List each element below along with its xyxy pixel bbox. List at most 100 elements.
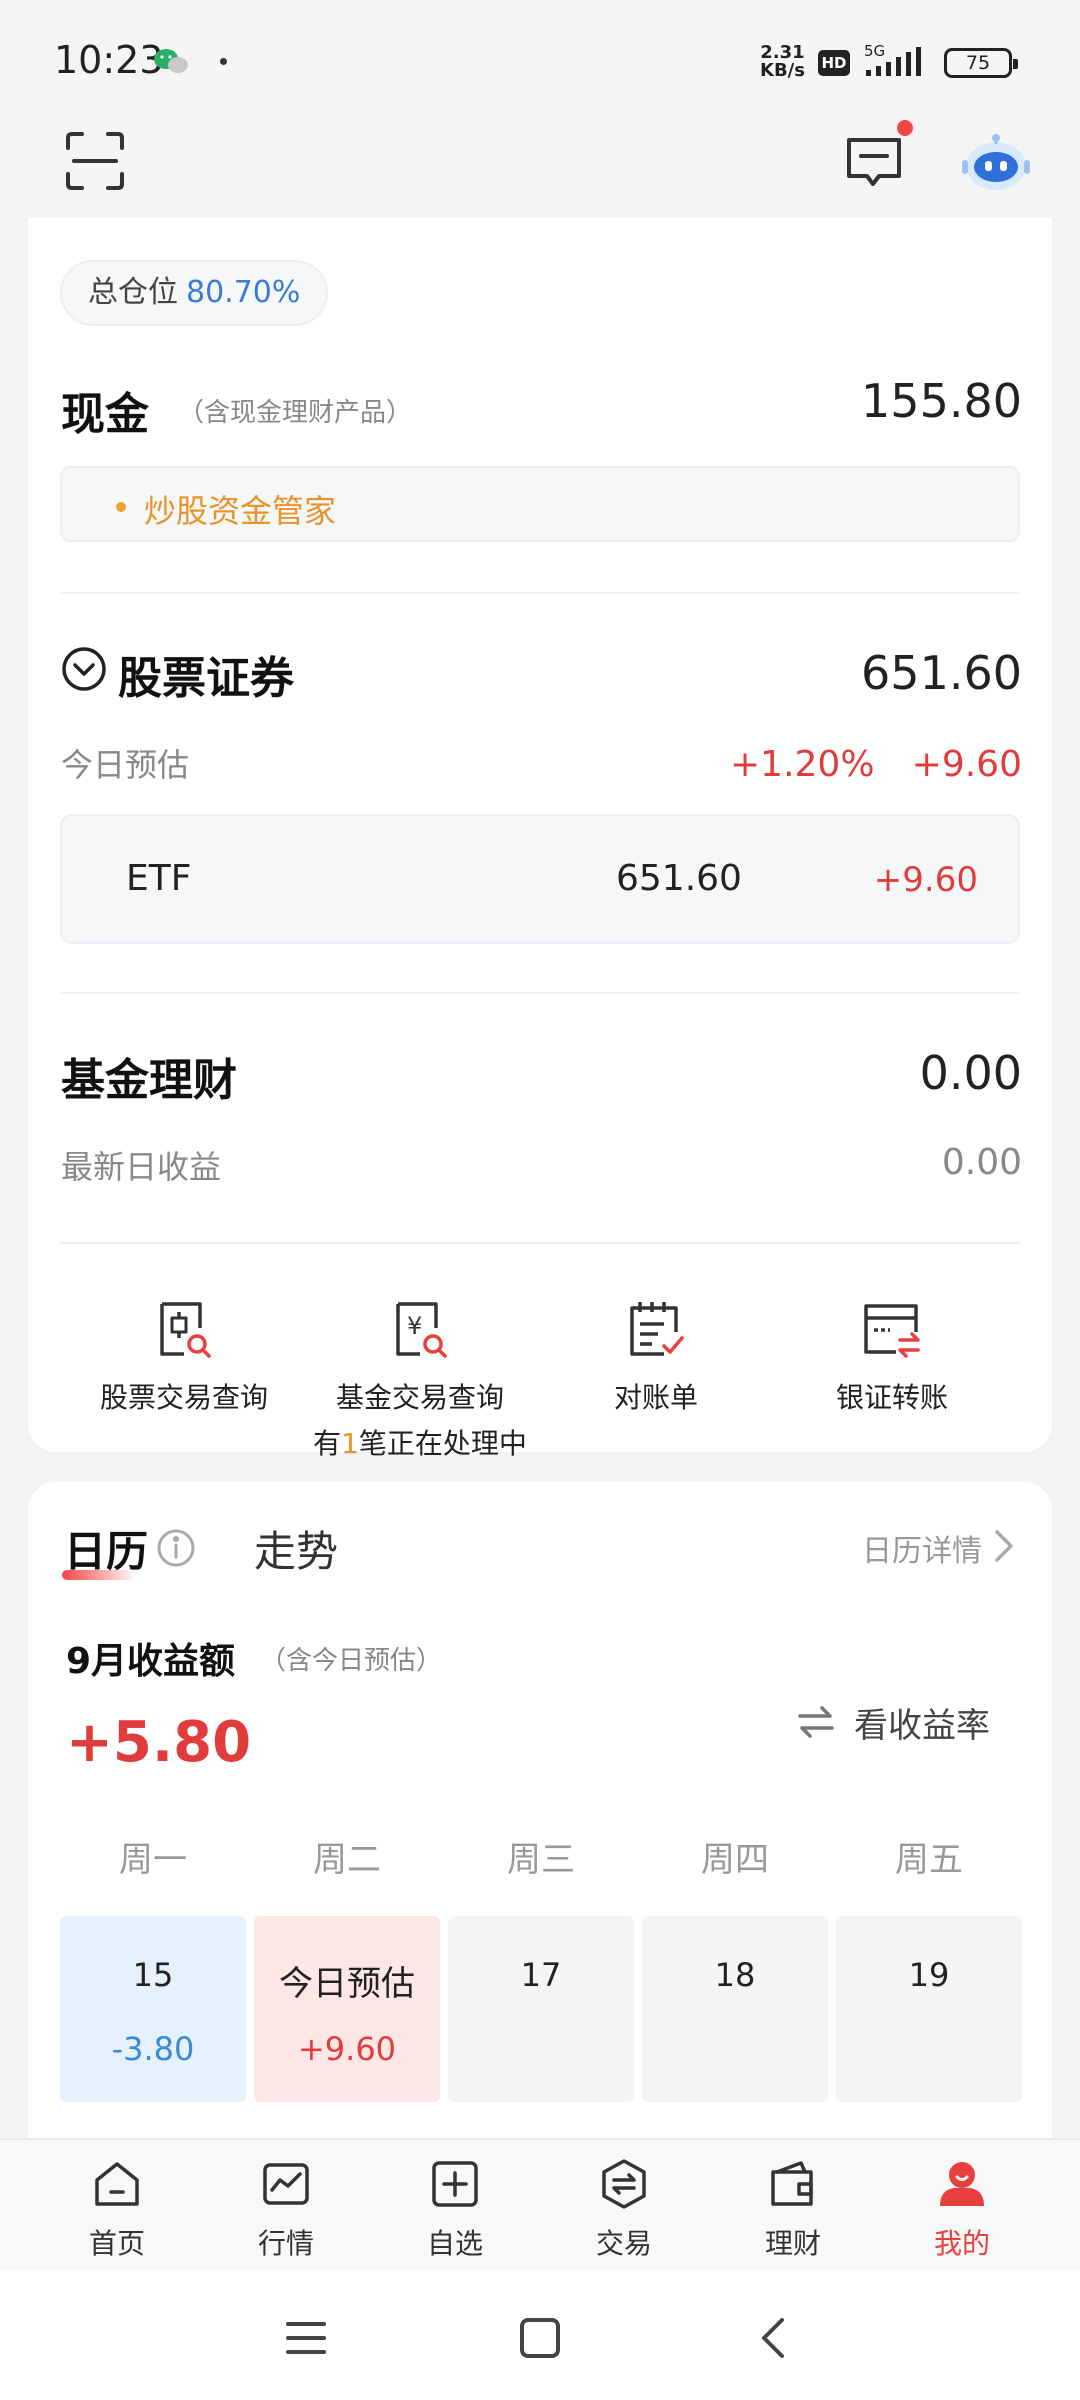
nav-label: 我的 [933,2227,990,2260]
network-type: 5G [864,42,885,60]
status-time: 10:23 [54,38,164,82]
hd-badge: HD [818,50,850,76]
nav-mine[interactable]: 我的 [897,2158,1027,2262]
bank-transfer-icon [864,1304,920,1358]
back-icon[interactable] [750,2314,798,2362]
scan-icon[interactable] [64,130,126,192]
stocks-title[interactable]: 股票证券 [118,642,294,706]
day-profit: +9.60 [297,2030,397,2068]
nav-watchlist[interactable]: 自选 [390,2158,520,2262]
network-speed-unit: KB/s [760,60,805,81]
funds-daily-value: 0.00 [941,1142,1022,1183]
calendar-card: 日历 走势 日历详情 9月收益额 （含今日预估） +5.80 看收益率 周一 周… [28,1482,1052,2142]
robot-assistant-icon[interactable] [960,126,1032,198]
calendar-day-cell-today[interactable]: 今日预估 +9.60 [254,1916,440,2102]
bullet-dot [116,502,126,512]
month-profit-value: +5.80 [66,1710,252,1775]
day-number: 15 [132,1956,174,1994]
battery-indicator: 75 [944,48,1018,78]
nav-label: 交易 [595,2227,652,2260]
day-number: 17 [520,1956,562,1994]
stock-query-icon [160,1302,211,1358]
cash-note: （含现金理财产品） [178,398,413,428]
wechat-notification-icon [154,49,188,73]
home-icon [95,2162,139,2206]
bottom-nav: 首页 行情 自选 交易 理财 我的 [0,2138,1080,2270]
view-return-rate-button[interactable]: 看收益率 [854,1698,990,1747]
stocks-value: 651.60 [861,646,1022,700]
pending-order-note: 有1笔正在处理中 [300,1422,540,1462]
cash-manager-banner[interactable]: 炒股资金管家 [60,466,1020,542]
cash-manager-label: 炒股资金管家 [144,492,337,530]
calendar-day-cell[interactable]: 17 [448,1916,634,2102]
bank-transfer-button[interactable]: 银证转账 [772,1298,1012,1416]
nav-label: 自选 [426,2227,483,2260]
profile-icon [940,2162,984,2206]
asset-card: 总仓位 80.70% 现金 （含现金理财产品） 155.80 炒股资金管家 股票证… [28,218,1052,1460]
etf-change: +9.60 [873,860,978,900]
fund-query-icon: ¥ [396,1302,447,1358]
month-profit-note: （含今日预估） [260,1646,443,1676]
etf-name: ETF [126,858,192,899]
statement-icon [630,1302,684,1356]
statement-button[interactable]: 对账单 [536,1298,776,1416]
calendar-day-cell[interactable]: 18 [642,1916,828,2102]
pending-suffix: 笔正在处理中 [358,1427,527,1460]
collapse-chevron-icon[interactable] [61,646,107,692]
quick-action-label: 对账单 [613,1381,698,1414]
calendar-day-cell[interactable]: 15 -3.80 [60,1916,246,2102]
network-speed: 2.31 KB/s [760,44,805,80]
cash-value: 155.80 [861,374,1022,428]
nav-wealth[interactable]: 理财 [728,2158,858,2262]
signal-icon: 5G [864,42,921,76]
menu-icon[interactable] [282,2314,330,2362]
svg-text:¥: ¥ [407,1312,422,1340]
total-position-label: 总仓位 [88,275,178,310]
today-estimate-label: 今日预估 [61,746,190,784]
nav-trade[interactable]: 交易 [559,2158,689,2262]
cash-title: 现金 [61,389,149,440]
weekday-label: 周一 [119,1840,187,1880]
pending-count: 1 [341,1427,359,1460]
system-navigation-bar [0,2270,1080,2400]
total-position-pill[interactable]: 总仓位 80.70% [60,260,329,326]
etf-value: 651.60 [616,858,742,899]
quick-action-label: 基金交易查询 [335,1381,504,1414]
quick-action-label: 银证转账 [835,1381,948,1414]
funds-value: 0.00 [919,1046,1022,1100]
info-icon[interactable] [156,1528,196,1568]
nav-label: 行情 [257,2227,314,2260]
tab-trend[interactable]: 走势 [254,1518,338,1579]
calendar-day-cell[interactable]: 19 [836,1916,1022,2102]
chevron-right-icon[interactable] [992,1528,1016,1564]
calendar-detail-link[interactable]: 日历详情 [862,1526,982,1570]
nav-home[interactable]: 首页 [52,2158,182,2262]
funds-title[interactable]: 基金理财 [61,1044,237,1108]
etf-row[interactable]: ETF 651.60 +9.60 [60,814,1020,944]
active-tab-indicator [62,1570,134,1580]
message-icon[interactable] [843,130,905,192]
day-profit: -3.80 [111,2030,195,2068]
watchlist-add-icon [432,2161,478,2207]
weekday-label: 周二 [313,1840,381,1880]
weekday-label: 周三 [507,1840,575,1880]
funds-daily-label: 最新日收益 [61,1148,222,1186]
fund-trade-query-button[interactable]: ¥ 基金交易查询 有1笔正在处理中 [300,1298,540,1462]
divider [60,592,1020,594]
day-number: 今日预估 [279,1964,415,2004]
month-profit-title: 9月收益额 [66,1641,236,1682]
message-unread-dot [897,120,913,136]
market-icon [263,2163,309,2205]
weekday-label: 周五 [895,1840,963,1880]
top-bar [0,120,1080,218]
nav-market[interactable]: 行情 [221,2158,351,2262]
weekday-label: 周四 [701,1840,769,1880]
swap-icon[interactable] [796,1702,836,1742]
today-estimate-percent: +1.20% [730,744,875,785]
quick-action-label: 股票交易查询 [99,1381,268,1414]
total-position-value: 80.70% [186,275,301,310]
stock-trade-query-button[interactable]: 股票交易查询 [64,1298,304,1416]
status-more-dot [220,58,227,65]
today-estimate-amount: +9.60 [911,744,1022,785]
home-square-icon[interactable] [516,2314,564,2362]
